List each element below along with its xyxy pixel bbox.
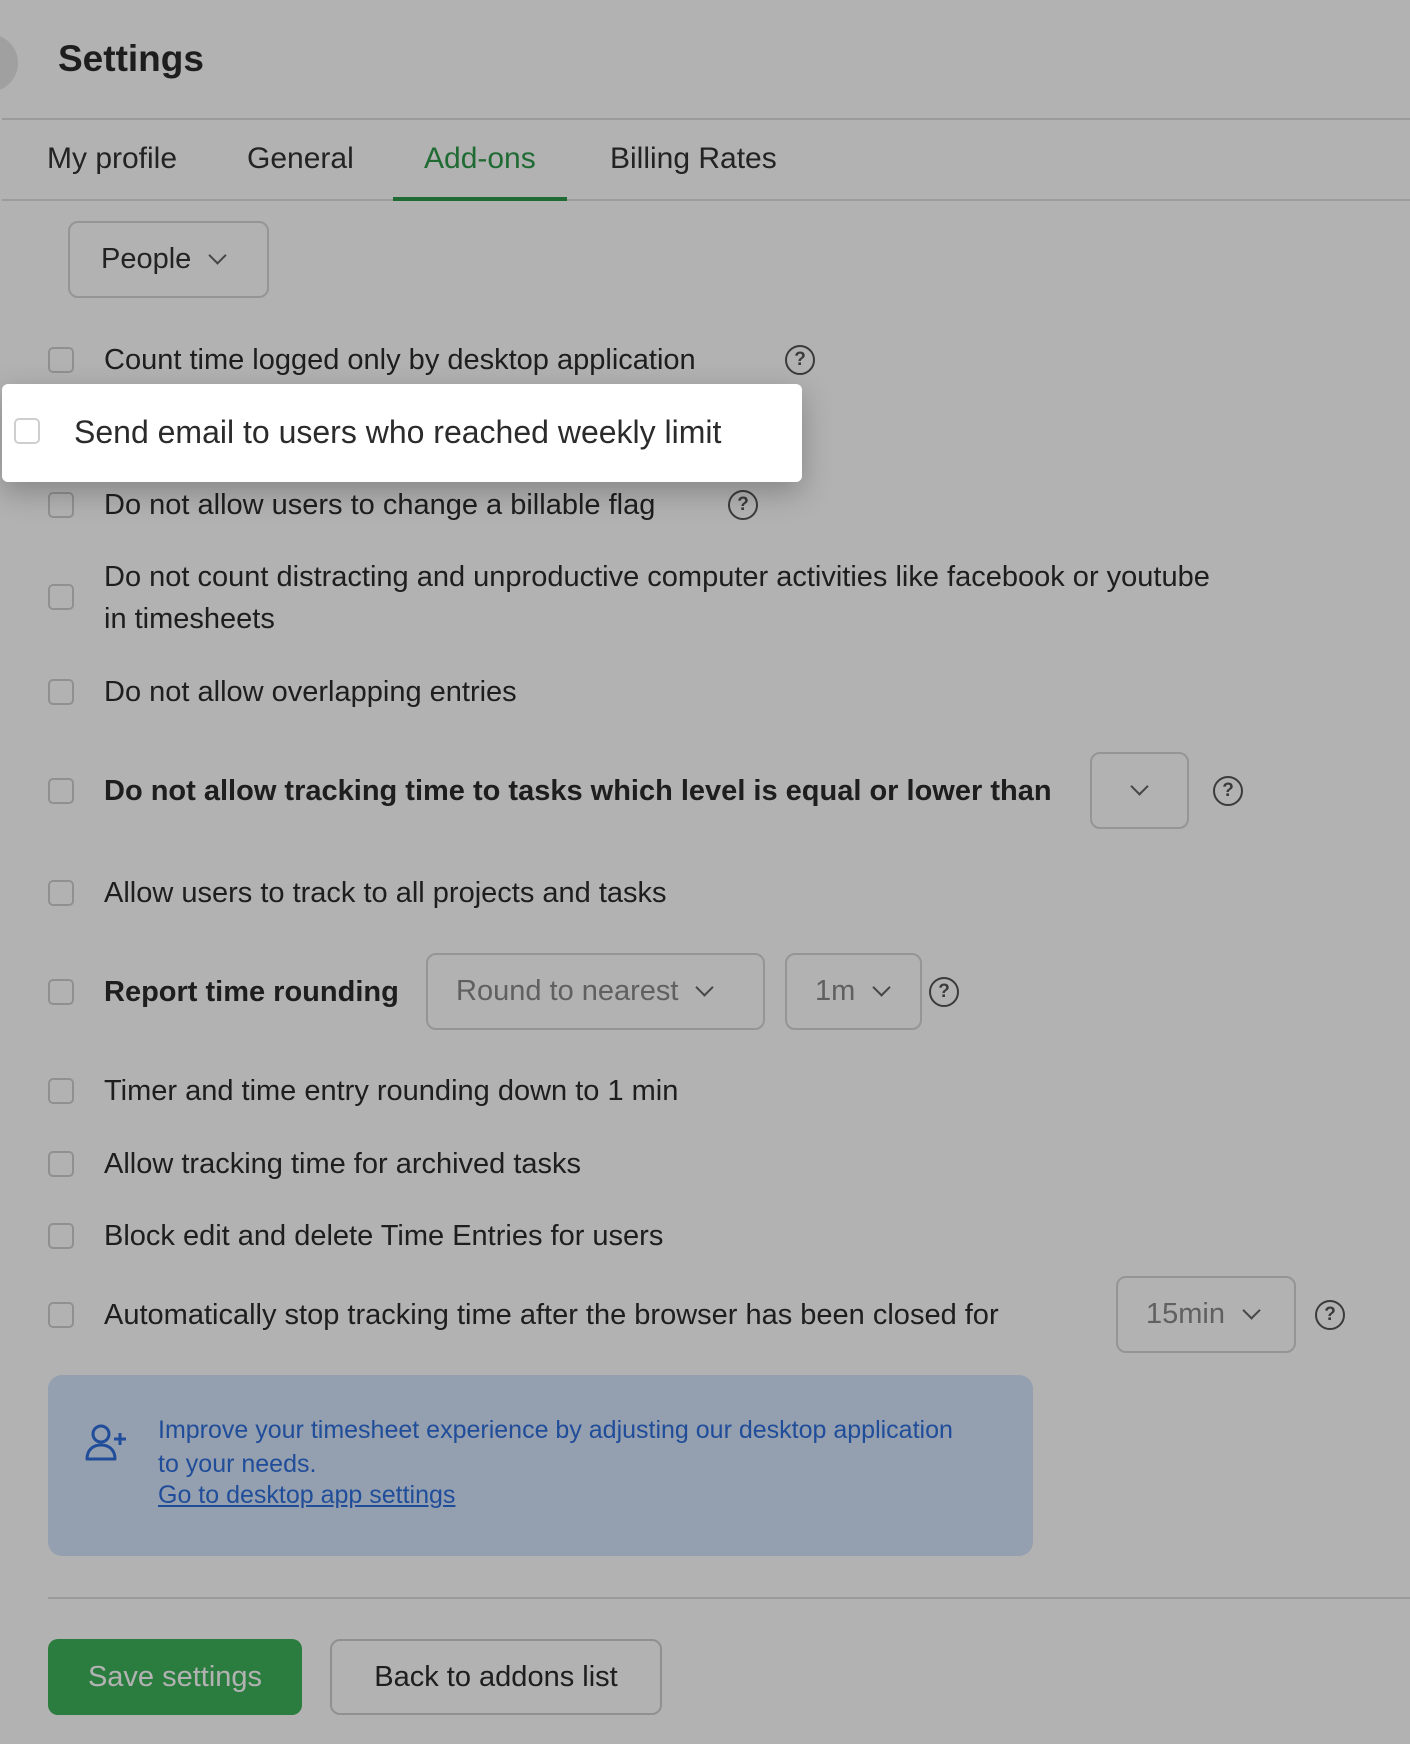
rounding-mode-select[interactable]: Round to nearest [426,953,765,1030]
option-checkbox[interactable] [48,1151,74,1177]
banner-message: Improve your timesheet experience by adj… [158,1416,953,1478]
back-to-addons-button[interactable]: Back to addons list [330,1639,662,1715]
option-checkbox[interactable] [48,679,74,705]
option-label: Do not allow tracking time to tasks whic… [104,775,1052,807]
option-label: Count time logged only by desktop applic… [104,344,696,376]
chevron-down-icon [695,978,715,997]
auto-stop-duration-select[interactable]: 15min [1116,1276,1296,1353]
option-checkbox[interactable] [48,1078,74,1104]
option-label: Do not count distracting and unproductiv… [104,561,1210,593]
settings-page: Settings My profile General Add-ons Bill… [0,0,1410,1744]
weekly-limit-email-label: Send email to users who reached weekly l… [74,414,722,450]
option-checkbox[interactable] [48,778,74,804]
rounding-mode-value: Round to nearest [456,975,679,1007]
task-level-select[interactable] [1090,752,1189,829]
option-checkbox[interactable] [48,347,74,373]
people-filter-value: People [101,243,192,275]
weekly-limit-email-checkbox[interactable] [14,418,40,444]
page-title: Settings [58,38,204,79]
settings-tabs: My profile General Add-ons Billing Rates [2,120,1410,201]
help-icon[interactable]: ? [929,977,959,1007]
chevron-down-icon [208,246,228,265]
chevron-down-icon [1242,1301,1261,1320]
auto-stop-duration-value: 15min [1146,1298,1225,1330]
tab-billing-rates[interactable]: Billing Rates [610,142,777,201]
desktop-app-settings-link[interactable]: Go to desktop app settings [158,1481,455,1510]
user-plus-icon [85,1424,126,1461]
people-filter-select[interactable]: People [68,221,269,298]
option-label: Report time rounding [104,976,399,1008]
tab-add-ons[interactable]: Add-ons [393,142,567,201]
option-label-continued: in timesheets [104,603,275,635]
option-label: Timer and time entry rounding down to 1 … [104,1075,679,1107]
option-label: Do not allow users to change a billable … [104,489,656,521]
option-label: Do not allow overlapping entries [104,676,517,708]
option-label: Block edit and delete Time Entries for u… [104,1220,664,1252]
help-icon[interactable]: ? [728,490,758,520]
tab-general[interactable]: General [247,142,354,201]
help-icon[interactable]: ? [1315,1300,1345,1330]
highlighted-option: Send email to users who reached weekly l… [2,384,802,482]
option-checkbox[interactable] [48,1223,74,1249]
page-header: Settings [2,0,1410,120]
rounding-unit-value: 1m [815,975,856,1007]
save-settings-button[interactable]: Save settings [48,1639,302,1715]
option-checkbox[interactable] [48,880,74,906]
option-label: Allow tracking time for archived tasks [104,1148,582,1180]
help-icon[interactable]: ? [1213,776,1243,806]
option-label: Automatically stop tracking time after t… [104,1299,999,1331]
footer-divider [48,1597,1410,1599]
option-label: Allow users to track to all projects and… [104,877,667,909]
tab-my-profile[interactable]: My profile [47,142,177,201]
help-icon[interactable]: ? [785,345,815,375]
chevron-down-icon [1130,777,1149,796]
rounding-unit-select[interactable]: 1m [785,953,922,1030]
option-checkbox[interactable] [48,1302,74,1328]
chevron-down-icon [872,978,891,997]
desktop-app-banner: Improve your timesheet experience by adj… [48,1375,1033,1556]
option-checkbox[interactable] [48,979,74,1005]
option-checkbox[interactable] [48,492,74,518]
option-checkbox[interactable] [48,584,74,610]
